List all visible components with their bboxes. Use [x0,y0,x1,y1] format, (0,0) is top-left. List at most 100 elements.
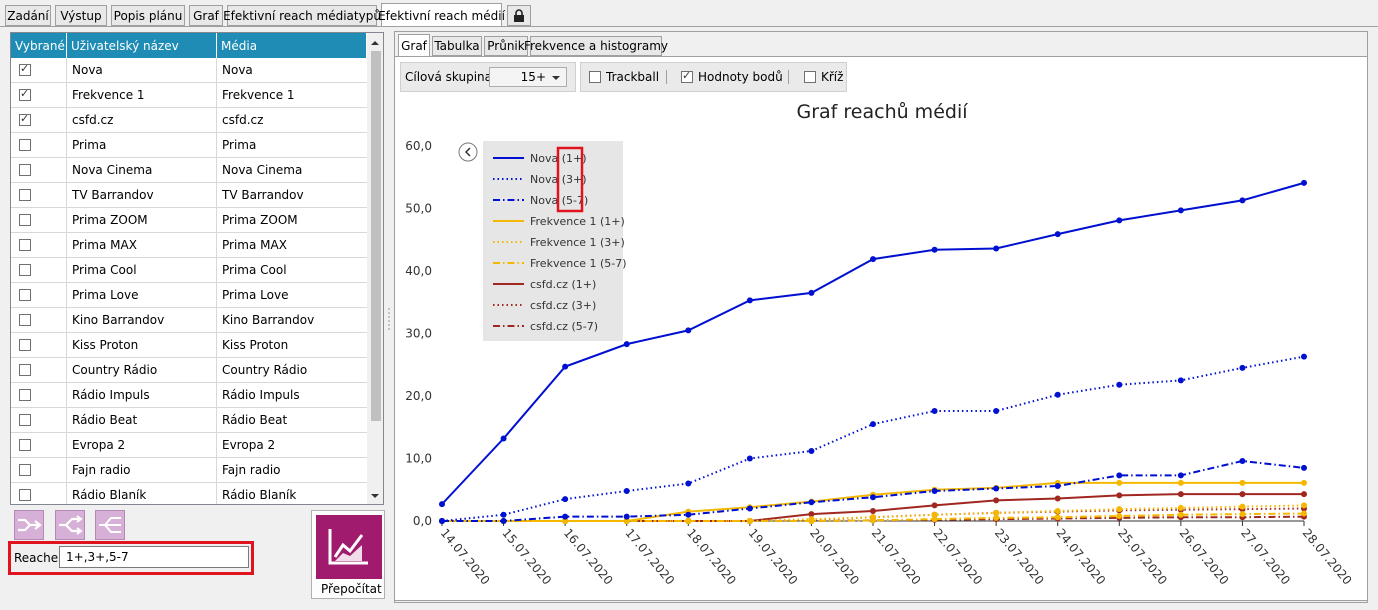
table-row[interactable]: Kiss Proton Kiss Proton [11,333,367,358]
table-row[interactable]: Country Rádio Country Rádio [11,358,367,383]
name-cell[interactable]: Prima ZOOM [67,208,217,232]
table-row[interactable]: Prima MAX Prima MAX [11,233,367,258]
data-point[interactable] [1054,495,1061,502]
table-row[interactable]: Fajn radio Fajn radio [11,458,367,483]
data-point[interactable] [746,297,753,304]
data-point[interactable] [870,494,876,501]
distribute-button[interactable] [95,510,125,540]
data-point[interactable] [808,289,815,296]
table-row[interactable]: Nova Nova [11,58,367,83]
name-cell[interactable]: Country Rádio [67,358,217,382]
select-checkbox[interactable] [19,314,31,326]
table-row[interactable]: TV Barrandov TV Barrandov [11,183,367,208]
data-point[interactable] [1239,511,1246,518]
point-values-checkbox[interactable] [681,69,693,83]
select-checkbox[interactable] [19,87,31,101]
name-cell[interactable]: Evropa 2 [67,433,217,457]
data-point[interactable] [1177,472,1184,479]
chart-legend[interactable]: Nova (1+)Nova (3+)Nova (5-7)Frekvence 1 … [458,141,627,341]
data-point[interactable] [439,518,445,524]
data-point[interactable] [1301,179,1307,186]
table-row[interactable]: Prima Love Prima Love [11,283,367,308]
subtab-frekvence[interactable]: Frekvence a histogramy [524,36,668,56]
name-cell[interactable]: TV Barrandov [67,183,217,207]
table-row[interactable]: csfd.cz csfd.cz [11,108,367,133]
data-point[interactable] [500,518,507,524]
data-point[interactable] [1301,479,1307,486]
tab-zadani[interactable]: Zadání [5,5,51,26]
data-point[interactable] [1239,364,1246,371]
select-cell[interactable] [11,258,67,282]
data-point[interactable] [1239,197,1246,204]
select-checkbox[interactable] [19,414,31,426]
name-cell[interactable]: Prima [67,133,217,157]
select-cell[interactable] [11,458,67,482]
select-cell[interactable] [11,58,67,82]
data-point[interactable] [1116,217,1123,224]
name-cell[interactable]: Kiss Proton [67,333,217,357]
select-cell[interactable] [11,308,67,332]
data-point[interactable] [1239,479,1246,486]
data-point[interactable] [870,421,876,428]
data-point[interactable] [808,448,815,454]
data-point[interactable] [808,516,815,523]
data-point[interactable] [993,408,1000,414]
data-point[interactable] [1177,491,1184,498]
data-point[interactable] [1177,504,1184,511]
data-point[interactable] [746,505,753,512]
data-point[interactable] [1239,458,1246,464]
data-point[interactable] [562,513,569,520]
select-cell[interactable] [11,433,67,457]
tab-popis-planu[interactable]: Popis plánu [111,5,185,26]
select-cell[interactable] [11,158,67,182]
data-point[interactable] [870,256,876,263]
scroll-thumb[interactable] [371,51,381,421]
data-point[interactable] [1239,503,1246,510]
name-cell[interactable]: csfd.cz [67,108,217,132]
trackball-checkbox[interactable] [589,71,601,83]
tab-efektivni-reach-medii[interactable]: Efektivní reach médií [378,3,505,27]
data-point[interactable] [1116,513,1123,519]
data-point[interactable] [1177,207,1184,214]
data-point[interactable] [746,455,753,462]
data-point[interactable] [1177,511,1184,518]
table-row[interactable]: Rádio Blaník Rádio Blaník [11,483,367,504]
tab-vystup[interactable]: Výstup [55,5,107,26]
table-row[interactable]: Kino Barrandov Kino Barrandov [11,308,367,333]
select-cell[interactable] [11,208,67,232]
select-cell[interactable] [11,283,67,307]
select-cell[interactable] [11,183,67,207]
data-point[interactable] [870,508,876,514]
data-point[interactable] [685,480,692,487]
data-point[interactable] [993,245,1000,252]
data-point[interactable] [685,327,692,334]
data-point[interactable] [562,496,569,503]
data-point[interactable] [993,485,1000,492]
data-point[interactable] [931,502,938,509]
data-point[interactable] [1301,510,1307,517]
select-cell[interactable] [11,483,67,504]
select-checkbox[interactable] [19,339,31,351]
data-point[interactable] [1301,464,1307,471]
data-point[interactable] [870,514,876,521]
tab-efektivni-reach-mediatypu[interactable]: Efektivní reach médiatypů [223,5,381,26]
name-cell[interactable]: Nova [67,58,217,82]
select-checkbox[interactable] [19,112,31,126]
splitter-handle[interactable] [387,300,391,340]
reach-chart[interactable]: Graf reachů médií 0,0 10,0 20,0 30,0 40,0 50,… [395,95,1367,600]
name-cell[interactable]: Rádio Blaník [67,483,217,504]
name-cell[interactable]: Frekvence 1 [67,83,217,107]
data-point[interactable] [1116,492,1123,499]
merge-button[interactable] [14,510,44,540]
data-point[interactable] [1301,491,1307,498]
data-point[interactable] [993,497,1000,504]
table-row[interactable]: Nova Cinema Nova Cinema [11,158,367,183]
name-cell[interactable]: Fajn radio [67,458,217,482]
select-checkbox[interactable] [19,489,31,501]
data-point[interactable] [439,501,445,508]
select-cell[interactable] [11,383,67,407]
data-point[interactable] [931,488,938,494]
header-uzivatelsky-nazev[interactable]: Uživatelský název [67,33,217,58]
select-cell[interactable] [11,408,67,432]
select-checkbox[interactable] [19,439,31,451]
